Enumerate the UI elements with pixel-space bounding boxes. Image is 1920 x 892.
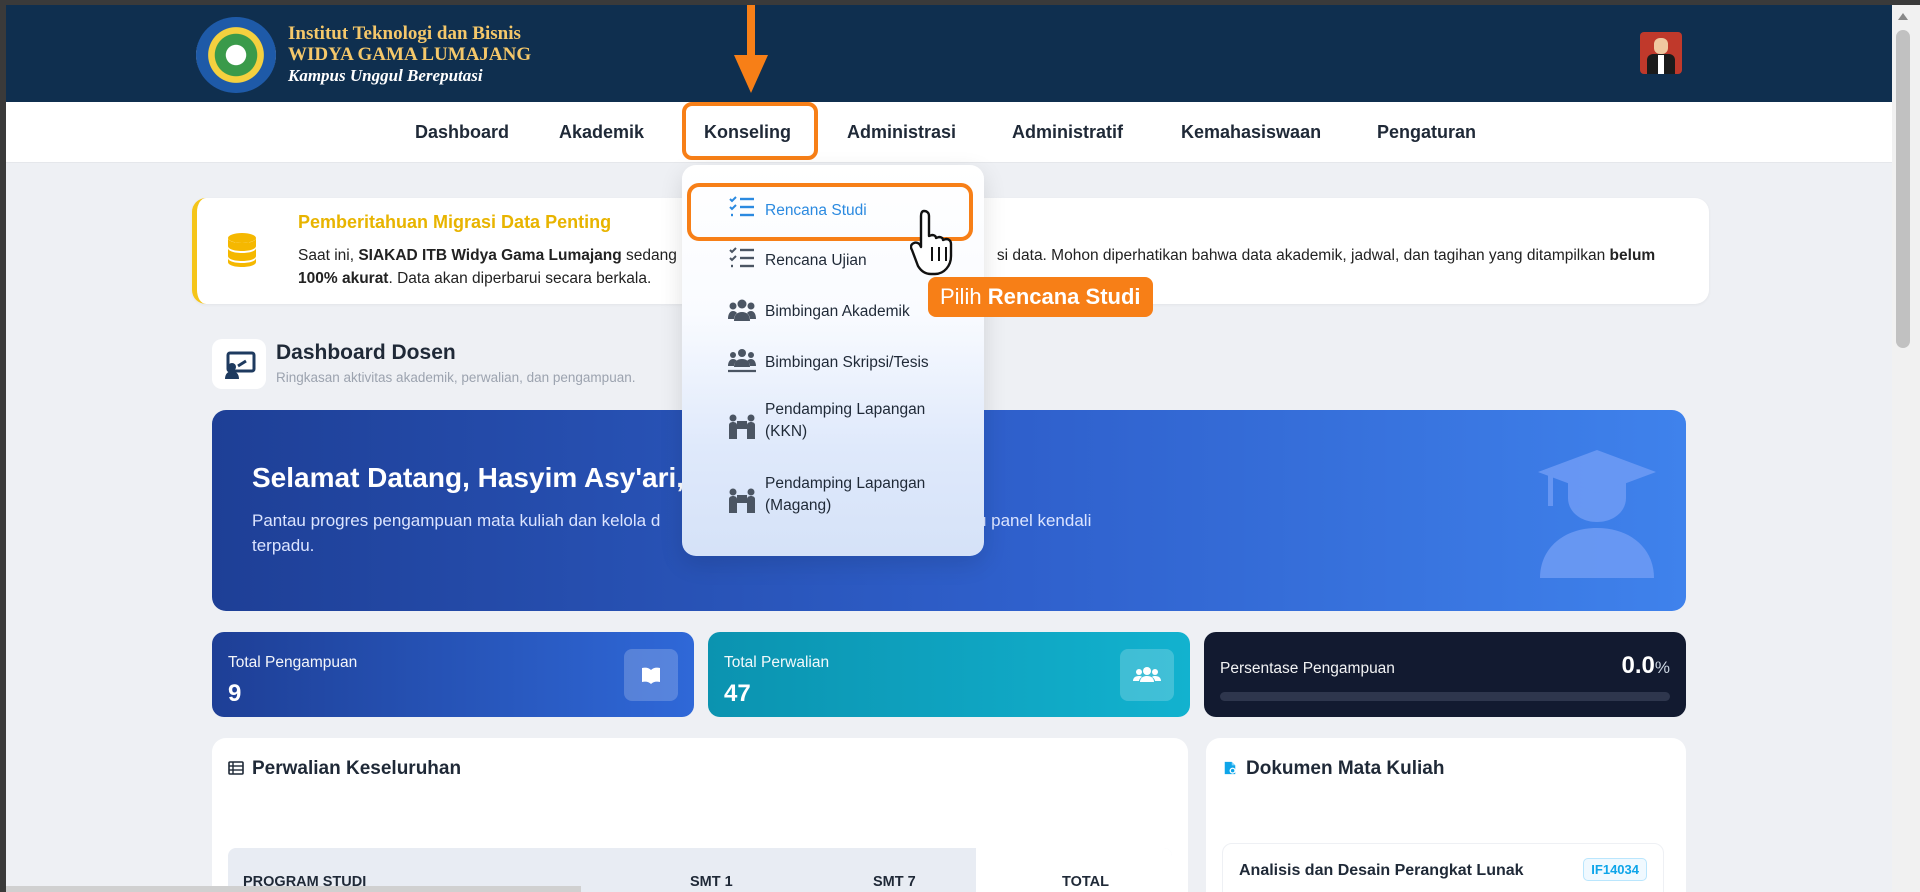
nav-item-akademik[interactable]: Akademik (559, 102, 644, 162)
teacher-board-icon (225, 351, 256, 379)
perwalian-title-text: Perwalian Keseluruhan (252, 758, 462, 779)
stat-persentase-pengampuan: Persentase Pengampuan 0.0% (1204, 632, 1686, 717)
stat-total-pengampuan: Total Pengampuan 9 (212, 632, 694, 717)
file-code-icon (1224, 761, 1236, 775)
perwalian-panel: Perwalian Keseluruhan PROGRAM STUDI SMT … (212, 738, 1188, 892)
nav-item-pengaturan[interactable]: Pengaturan (1377, 102, 1476, 162)
menu-item-label: Pendamping Lapangan (Magang) (765, 473, 925, 517)
down-arrow-icon (734, 5, 768, 93)
users-icon (728, 349, 756, 373)
stat-perwalian-icon-box (1120, 649, 1174, 701)
graduate-icon (1538, 450, 1656, 578)
logo-line-2: WIDYA GAMA LUMAJANG (288, 44, 532, 65)
scrollbar-thumb[interactable] (1896, 30, 1910, 348)
notice-title: Pemberitahuan Migrasi Data Penting (298, 212, 612, 232)
table-icon (228, 761, 244, 775)
menu-item-label-line2: (Magang) (765, 497, 832, 514)
callout-prefix: Pilih (940, 284, 982, 309)
col-smt-1[interactable]: SMT 1 (690, 874, 733, 890)
menu-item-bimbingan-skripsi[interactable]: Bimbingan Skripsi/Tesis (682, 340, 984, 385)
document-code-badge: IF14034 (1583, 858, 1647, 881)
logo-line-1: Institut Teknologi dan Bisnis (288, 23, 521, 44)
notice-text-3: si data. Mohon diperhatikan bahwa data a… (996, 247, 1610, 264)
hand-pointer-icon (910, 209, 953, 276)
campus-name[interactable]: Institut Teknologi dan Bisnis WIDYA GAMA… (288, 23, 531, 86)
notice-text-4: . Data akan diperbarui secara berkala. (388, 270, 652, 287)
menu-item-label: Bimbingan Akademik (765, 303, 910, 320)
users-icon (1133, 667, 1161, 682)
menu-item-label-line1: Pendamping Lapangan (765, 401, 926, 418)
menu-item-pendamping-magang[interactable]: Pendamping Lapangan (Magang) (682, 467, 984, 535)
people-carry-icon (729, 488, 755, 513)
menu-item-label: Rencana Ujian (765, 252, 867, 269)
document-item[interactable]: Analisis dan Desain Perangkat Lunak IF14… (1222, 843, 1664, 892)
menu-item-label-line2: (KKN) (765, 423, 808, 440)
book-icon (642, 667, 660, 684)
nav-item-kemahasiswaan[interactable]: Kemahasiswaan (1181, 102, 1321, 162)
dashboard-icon-box (212, 339, 266, 389)
menu-item-label: Pendamping Lapangan (KKN) (765, 399, 925, 443)
notice-bold-1: SIAKAD ITB Widya Gama Lumajang (358, 247, 622, 264)
browser-viewport: Institut Teknologi dan Bisnis WIDYA GAMA… (6, 5, 1892, 892)
database-icon (228, 233, 256, 267)
nav-item-administratif[interactable]: Administratif (1012, 102, 1123, 162)
users-icon (728, 299, 756, 321)
notice-text-2: sedang (621, 247, 677, 264)
avatar-shirt (1658, 55, 1664, 74)
stat-persentase-value: 0.0% (1622, 652, 1671, 680)
campus-logo[interactable] (196, 17, 276, 93)
user-avatar[interactable] (1640, 32, 1682, 74)
dokumen-title-text: Dokumen Mata Kuliah (1246, 758, 1445, 779)
menu-item-pendamping-kkn[interactable]: Pendamping Lapangan (KKN) (682, 393, 984, 461)
main-nav: Dashboard Akademik Konseling Administras… (6, 102, 1892, 163)
scroll-up-arrow-icon[interactable] (1896, 10, 1910, 24)
dokumen-panel: Dokumen Mata Kuliah Analisis dan Desain … (1206, 738, 1686, 892)
stat-persentase-label: Persentase Pengampuan (1220, 660, 1395, 677)
stat-perwalian-value: 47 (724, 680, 751, 707)
menu-item-label-line1: Pendamping Lapangan (765, 475, 926, 492)
perwalian-panel-title: Perwalian Keseluruhan (228, 758, 461, 780)
callout-target: Rencana Studi (987, 284, 1141, 309)
top-header: Institut Teknologi dan Bisnis WIDYA GAMA… (6, 5, 1892, 102)
instruction-callout: Pilih Rencana Studi (928, 277, 1153, 317)
stat-pengampuan-value: 9 (228, 680, 242, 707)
stat-pengampuan-label: Total Pengampuan (228, 654, 358, 671)
stat-persentase-progress (1220, 692, 1670, 701)
stat-pengampuan-icon-box (624, 649, 678, 701)
people-carry-icon (729, 414, 755, 439)
col-smt-7[interactable]: SMT 7 (873, 874, 916, 890)
notice-text-1: Saat ini, (298, 247, 359, 264)
list-check-icon (729, 247, 754, 268)
dokumen-panel-title: Dokumen Mata Kuliah (1222, 758, 1444, 780)
stat-persentase-number: 0.0 (1621, 652, 1655, 679)
nav-item-administrasi[interactable]: Administrasi (847, 102, 956, 162)
welcome-desc-left: Pantau progres pengampuan mata kuliah da… (252, 511, 661, 530)
welcome-desc-line2: terpadu. (252, 536, 315, 555)
stat-persentase-unit: % (1654, 658, 1670, 677)
avatar-head (1654, 38, 1668, 54)
stat-perwalian-label: Total Perwalian (724, 654, 830, 671)
dashboard-subtitle: Ringkasan aktivitas akademik, perwalian,… (276, 370, 636, 385)
col-total[interactable]: TOTAL (1062, 874, 1109, 890)
menu-item-label: Bimbingan Skripsi/Tesis (765, 354, 929, 371)
stat-total-perwalian: Total Perwalian 47 (708, 632, 1190, 717)
nav-item-dashboard[interactable]: Dashboard (415, 102, 509, 162)
horizontal-scrollbar[interactable] (6, 886, 581, 892)
welcome-greeting: Selamat Datang, Hasyim Asy'ari, (252, 462, 685, 493)
logo-tagline: Kampus Unggul Bereputasi (288, 66, 483, 85)
dashboard-title: Dashboard Dosen (276, 341, 456, 364)
konseling-highlight-box (682, 102, 818, 160)
document-name: Analisis dan Desain Perangkat Lunak (1239, 862, 1524, 879)
